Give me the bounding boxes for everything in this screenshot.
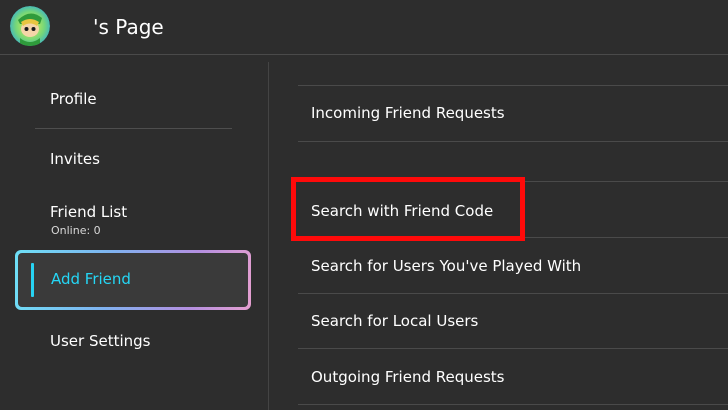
search-users-played-with-item[interactable]: Search for Users You've Played With bbox=[311, 257, 581, 275]
sidebar-item-friend-list[interactable]: Friend List bbox=[50, 203, 127, 221]
sidebar-divider bbox=[268, 62, 269, 410]
list-separator bbox=[298, 348, 728, 349]
list-separator bbox=[298, 85, 728, 86]
header: 's Page bbox=[0, 0, 728, 55]
list-separator bbox=[298, 141, 728, 142]
friend-list-online-count: Online: 0 bbox=[51, 224, 101, 237]
sidebar-item-label: Add Friend bbox=[51, 270, 131, 288]
list-separator bbox=[298, 404, 728, 405]
search-local-users-item[interactable]: Search for Local Users bbox=[311, 312, 478, 330]
sidebar-item-add-friend[interactable]: Add Friend bbox=[15, 250, 251, 310]
incoming-friend-requests-item[interactable]: Incoming Friend Requests bbox=[311, 104, 505, 122]
selection-indicator bbox=[31, 263, 34, 297]
user-avatar-icon[interactable] bbox=[10, 6, 50, 46]
sidebar-item-user-settings[interactable]: User Settings bbox=[50, 332, 150, 350]
sidebar-item-invites[interactable]: Invites bbox=[50, 150, 100, 168]
sidebar-item-profile[interactable]: Profile bbox=[50, 90, 97, 108]
highlight-annotation-box bbox=[291, 177, 525, 241]
selected-item-background: Add Friend bbox=[18, 253, 248, 307]
page-title: 's Page bbox=[93, 15, 164, 39]
list-separator bbox=[298, 293, 728, 294]
sidebar-separator bbox=[35, 128, 232, 129]
outgoing-friend-requests-item[interactable]: Outgoing Friend Requests bbox=[311, 368, 505, 386]
